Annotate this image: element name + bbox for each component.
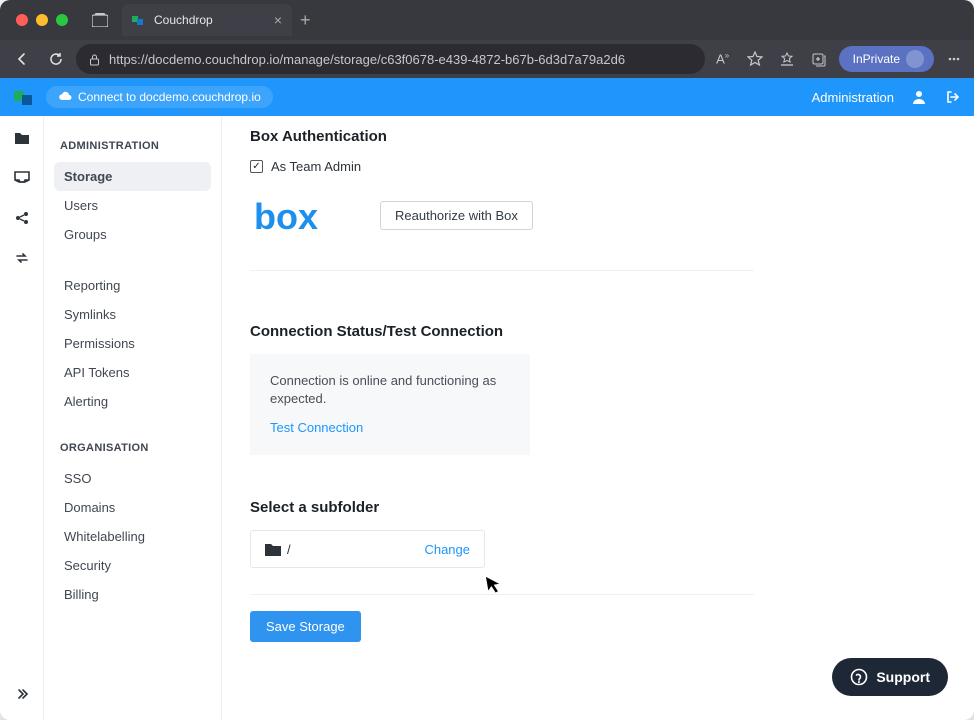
minimize-window-icon[interactable] <box>36 14 48 26</box>
help-icon <box>850 668 868 686</box>
folder-icon <box>265 543 281 556</box>
logout-icon[interactable] <box>944 88 962 106</box>
refresh-button[interactable] <box>42 45 70 73</box>
reauthorize-button[interactable]: Reauthorize with Box <box>380 201 533 230</box>
profile-avatar-icon <box>906 50 924 68</box>
rail-files-icon[interactable] <box>12 128 32 148</box>
menu-icon[interactable] <box>942 47 966 71</box>
connect-button[interactable]: Connect to docdemo.couchdrop.io <box>46 86 273 108</box>
main: ADMINISTRATION Storage Users Groups Repo… <box>0 116 974 720</box>
team-admin-row[interactable]: ✓ As Team Admin <box>250 159 754 174</box>
sidebar-item-whitelabelling[interactable]: Whitelabelling <box>54 522 211 551</box>
connection-status-title: Connection Status/Test Connection <box>250 323 754 340</box>
sidebar-item-security[interactable]: Security <box>54 551 211 580</box>
window-controls[interactable] <box>16 14 68 26</box>
browser-tab[interactable]: Couchdrop × <box>122 4 292 36</box>
sidebar-item-symlinks[interactable]: Symlinks <box>54 300 211 329</box>
support-label: Support <box>876 669 930 685</box>
sidebar-item-alerting[interactable]: Alerting <box>54 387 211 416</box>
sidebar-item-api-tokens[interactable]: API Tokens <box>54 358 211 387</box>
close-window-icon[interactable] <box>16 14 28 26</box>
svg-text:box: box <box>254 196 318 237</box>
rail-share-icon[interactable] <box>12 208 32 228</box>
support-button[interactable]: Support <box>832 658 948 696</box>
box-auth-title: Box Authentication <box>250 128 754 145</box>
text-size-icon[interactable]: A» <box>711 47 735 71</box>
sidebar-item-permissions[interactable]: Permissions <box>54 329 211 358</box>
team-admin-checkbox[interactable]: ✓ <box>250 160 263 173</box>
back-button[interactable] <box>8 45 36 73</box>
content: Box Authentication ✓ As Team Admin box R… <box>222 116 974 720</box>
inprivate-badge[interactable]: InPrivate <box>839 46 934 72</box>
favicon-icon <box>132 13 146 27</box>
sidebar-item-groups[interactable]: Groups <box>54 220 211 249</box>
save-storage-button[interactable]: Save Storage <box>250 611 361 642</box>
sidebar-section-administration: ADMINISTRATION <box>60 140 205 152</box>
test-connection-link[interactable]: Test Connection <box>270 420 363 435</box>
box-logo-icon: box <box>250 190 340 240</box>
tab-title: Couchdrop <box>154 13 213 27</box>
subfolder-path: / <box>287 542 291 557</box>
rail-expand-icon[interactable] <box>12 684 32 704</box>
sidebar-item-reporting[interactable]: Reporting <box>54 271 211 300</box>
sidebar-item-users[interactable]: Users <box>54 191 211 220</box>
connection-status-text: Connection is online and functioning as … <box>270 372 510 408</box>
user-icon[interactable] <box>910 88 928 106</box>
icon-rail <box>0 116 44 720</box>
sidebar-item-billing[interactable]: Billing <box>54 580 211 609</box>
sidebar-item-sso[interactable]: SSO <box>54 464 211 493</box>
favorite-icon[interactable] <box>743 47 767 71</box>
sidebar: ADMINISTRATION Storage Users Groups Repo… <box>44 116 222 720</box>
address-bar: https://docdemo.couchdrop.io/manage/stor… <box>0 40 974 78</box>
tab-overview-icon[interactable] <box>88 9 112 31</box>
close-tab-icon[interactable]: × <box>274 12 282 28</box>
maximize-window-icon[interactable] <box>56 14 68 26</box>
new-tab-button[interactable]: + <box>300 10 311 31</box>
connect-label: Connect to docdemo.couchdrop.io <box>78 90 261 104</box>
url-text: https://docdemo.couchdrop.io/manage/stor… <box>109 52 625 67</box>
rail-inbox-icon[interactable] <box>12 168 32 188</box>
url-input[interactable]: https://docdemo.couchdrop.io/manage/stor… <box>76 44 705 74</box>
sidebar-item-domains[interactable]: Domains <box>54 493 211 522</box>
lock-icon <box>88 53 101 66</box>
browser-chrome: Couchdrop × + https://docdemo.couchdrop.… <box>0 0 974 78</box>
connection-status-card: Connection is online and functioning as … <box>250 354 530 455</box>
subfolder-row: / Change <box>250 530 485 568</box>
collections-icon[interactable] <box>807 47 831 71</box>
change-folder-link[interactable]: Change <box>424 542 470 557</box>
tabbar: Couchdrop × + <box>0 0 974 40</box>
sidebar-section-organisation: ORGANISATION <box>60 442 205 454</box>
team-admin-label: As Team Admin <box>271 159 361 174</box>
cloud-icon <box>58 90 72 104</box>
administration-link[interactable]: Administration <box>812 90 894 105</box>
select-subfolder-title: Select a subfolder <box>250 499 754 516</box>
app-logo-icon[interactable] <box>12 85 36 109</box>
favorites-bar-icon[interactable] <box>775 47 799 71</box>
app-header: Connect to docdemo.couchdrop.io Administ… <box>0 78 974 116</box>
rail-sync-icon[interactable] <box>12 248 32 268</box>
sidebar-item-storage[interactable]: Storage <box>54 162 211 191</box>
inprivate-label: InPrivate <box>853 52 900 66</box>
